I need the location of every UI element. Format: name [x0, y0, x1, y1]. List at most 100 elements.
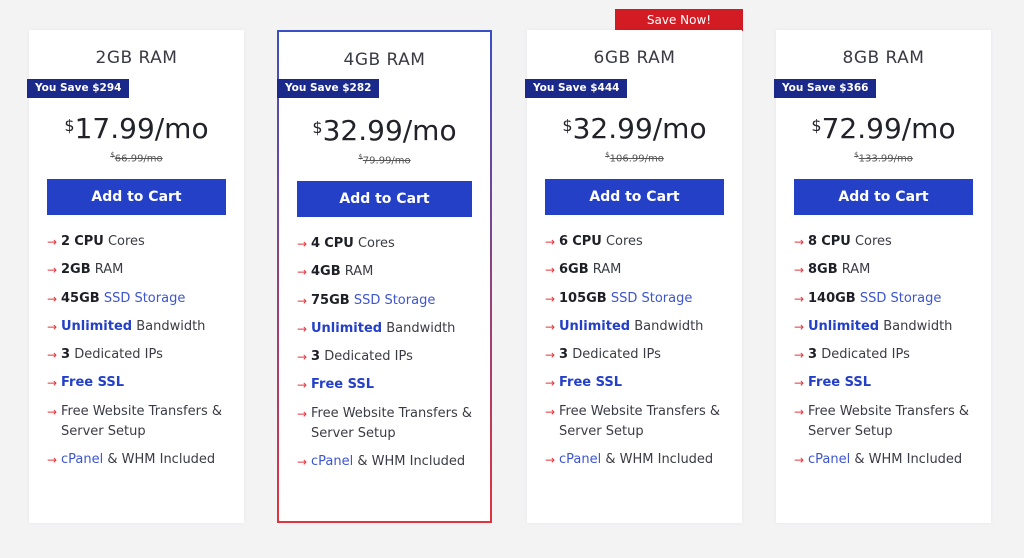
- add-to-cart-button[interactable]: Add to Cart: [794, 179, 973, 215]
- ssl-text: Free SSL: [311, 377, 375, 393]
- plan-card-6gb: 6GB RAM You Save $444 $32.99/mo $106.99/…: [525, 30, 742, 523]
- arrow-right-icon: →: [47, 376, 58, 391]
- ssd-storage-link[interactable]: SSD Storage: [611, 291, 693, 306]
- arrow-right-icon: →: [545, 404, 556, 419]
- transfer-text: Free Website Transfers & Server Setup: [311, 405, 472, 441]
- ram-text: RAM: [94, 262, 124, 278]
- add-to-cart-button[interactable]: Add to Cart: [297, 181, 472, 217]
- plan-title: 8GB RAM: [842, 48, 925, 68]
- price-amount: 32.99/mo: [572, 112, 707, 145]
- ssd-storage-link[interactable]: SSD Storage: [860, 291, 942, 306]
- ssl-text: Free SSL: [559, 375, 623, 391]
- feature-cpanel: → cPanel & WHM Included: [47, 450, 238, 498]
- arrow-right-icon: →: [47, 235, 58, 249]
- feature-bandwidth: → Unlimited Bandwidth: [545, 317, 736, 345]
- ip-text: Dedicated IPs: [74, 347, 163, 363]
- cpanel-text: & WHM Included: [854, 451, 963, 467]
- bandwidth-text: Bandwidth: [634, 318, 704, 334]
- savings-badge: You Save $366: [774, 79, 877, 98]
- old-price-amount: 133.99/mo: [858, 153, 913, 165]
- price: $32.99/mo: [527, 112, 742, 145]
- ip-count: 3: [61, 347, 71, 363]
- feature-ssl: → Free SSL: [297, 375, 484, 403]
- original-price: $79.99/mo: [279, 153, 490, 166]
- bandwidth-amount: Unlimited: [808, 318, 880, 334]
- add-to-cart-button[interactable]: Add to Cart: [47, 179, 226, 215]
- ram-amount: 2GB: [61, 262, 91, 278]
- arrow-right-icon: →: [47, 404, 58, 419]
- add-to-cart-button[interactable]: Add to Cart: [545, 179, 724, 215]
- feature-ips: → 3 Dedicated IPs: [545, 345, 736, 373]
- feature-ram: → 6GB RAM: [545, 260, 736, 288]
- cpu-label: CPU: [324, 236, 354, 251]
- arrow-right-icon: →: [545, 348, 556, 363]
- feature-ips: → 3 Dedicated IPs: [47, 345, 238, 373]
- feature-list: → 2 CPU Cores → 2GB RAM → 45GB SSD Stora…: [47, 232, 238, 498]
- price-amount: 32.99/mo: [322, 114, 457, 147]
- price: $72.99/mo: [776, 112, 991, 145]
- price-amount: 17.99/mo: [74, 112, 209, 145]
- cpanel-link[interactable]: cPanel: [311, 454, 353, 469]
- plan-title: 4GB RAM: [343, 50, 426, 70]
- storage-amount: 140GB: [808, 290, 856, 306]
- arrow-right-icon: →: [47, 319, 58, 334]
- feature-bandwidth: → Unlimited Bandwidth: [47, 317, 238, 345]
- currency-symbol: $: [312, 118, 323, 137]
- arrow-right-icon: →: [794, 235, 805, 249]
- transfer-text: Free Website Transfers & Server Setup: [61, 403, 222, 439]
- cpu-text: Cores: [605, 234, 643, 249]
- arrow-right-icon: →: [794, 291, 805, 306]
- bandwidth-text: Bandwidth: [883, 318, 953, 334]
- ip-text: Dedicated IPs: [821, 347, 910, 363]
- original-price: $133.99/mo: [776, 151, 991, 164]
- feature-storage: → 140GB SSD Storage: [794, 289, 985, 317]
- cpanel-link[interactable]: cPanel: [808, 452, 850, 467]
- feature-storage: → 45GB SSD Storage: [47, 289, 238, 317]
- ssd-storage-link[interactable]: SSD Storage: [104, 291, 186, 306]
- feature-ssl: → Free SSL: [794, 373, 985, 401]
- arrow-right-icon: →: [794, 376, 805, 391]
- arrow-right-icon: →: [545, 376, 556, 391]
- arrow-right-icon: →: [545, 263, 556, 278]
- plan-card-8gb: 8GB RAM You Save $366 $72.99/mo $133.99/…: [774, 30, 991, 523]
- cpanel-text: & WHM Included: [107, 451, 216, 467]
- ram-text: RAM: [592, 262, 622, 278]
- plan-card-2gb: 2GB RAM You Save $294 $17.99/mo $66.99/m…: [27, 30, 244, 523]
- price-amount: 72.99/mo: [821, 112, 956, 145]
- cpanel-text: & WHM Included: [605, 451, 714, 467]
- feature-storage: → 75GB SSD Storage: [297, 291, 484, 319]
- arrow-right-icon: →: [545, 235, 556, 249]
- arrow-right-icon: →: [794, 263, 805, 278]
- arrow-right-icon: →: [297, 265, 308, 280]
- ip-count: 3: [808, 347, 818, 363]
- arrow-right-icon: →: [297, 378, 308, 393]
- bandwidth-amount: Unlimited: [61, 318, 133, 334]
- feature-list: → 8 CPU Cores → 8GB RAM → 140GB SSD Stor…: [794, 232, 985, 498]
- ssd-storage-link[interactable]: SSD Storage: [354, 293, 436, 308]
- feature-ssl: → Free SSL: [545, 373, 736, 401]
- original-price: $66.99/mo: [29, 151, 244, 164]
- cpanel-text: & WHM Included: [357, 453, 466, 469]
- ip-text: Dedicated IPs: [324, 349, 413, 365]
- cpanel-link[interactable]: cPanel: [559, 452, 601, 467]
- ip-count: 3: [311, 349, 321, 365]
- feature-list: → 6 CPU Cores → 6GB RAM → 105GB SSD Stor…: [545, 232, 736, 498]
- cpu-label: CPU: [572, 234, 602, 249]
- ram-text: RAM: [841, 262, 871, 278]
- feature-ram: → 2GB RAM: [47, 260, 238, 288]
- feature-ips: → 3 Dedicated IPs: [297, 347, 484, 375]
- cpu-label: CPU: [74, 234, 104, 249]
- feature-ips: → 3 Dedicated IPs: [794, 345, 985, 373]
- storage-amount: 75GB: [311, 292, 350, 308]
- currency-symbol: $: [562, 116, 573, 135]
- arrow-right-icon: →: [794, 404, 805, 419]
- arrow-right-icon: →: [297, 237, 308, 251]
- cpanel-link[interactable]: cPanel: [61, 452, 103, 467]
- currency-symbol: $: [64, 116, 75, 135]
- feature-transfer: → Free Website Transfers & Server Setup: [47, 402, 238, 450]
- cpu-text: Cores: [107, 234, 145, 249]
- feature-cpu: → 8 CPU Cores: [794, 232, 985, 260]
- cpu-count: 8: [808, 234, 818, 249]
- ram-amount: 8GB: [808, 262, 838, 278]
- cpu-count: 4: [311, 236, 321, 251]
